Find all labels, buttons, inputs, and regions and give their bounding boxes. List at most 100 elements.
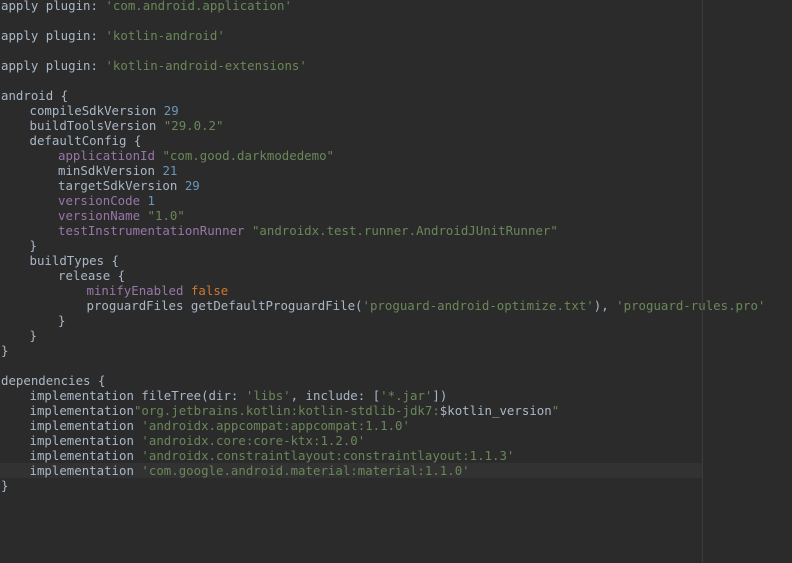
code-token: 29 — [184, 178, 200, 193]
right-margin-guide — [702, 0, 703, 563]
code-token: 'kotlin-android-extensions' — [105, 58, 307, 73]
code-line-content: } — [0, 478, 8, 493]
code-line-content: apply plugin: 'com.android.application' — [0, 0, 292, 13]
code-token: 'libs' — [245, 388, 291, 403]
code-line[interactable]: release { — [0, 268, 125, 283]
code-line[interactable]: implementation 'androidx.core:core-ktx:1… — [0, 433, 366, 448]
code-line[interactable]: implementation fileTree(dir: 'libs', inc… — [0, 388, 448, 403]
code-token: "androidx.test.runner.AndroidJUnitRunner… — [251, 223, 558, 238]
code-token: include: — [305, 388, 373, 403]
code-token: 'com.android.application' — [105, 0, 292, 13]
code-token: "29.0.2" — [163, 118, 224, 133]
code-line-content: minSdkVersion 21 — [0, 163, 177, 178]
code-line[interactable]: minifyEnabled false — [0, 283, 229, 298]
code-token: android { — [1, 88, 69, 103]
code-line-content: buildTypes { — [0, 253, 120, 268]
code-line[interactable]: buildToolsVersion "29.0.2" — [0, 118, 224, 133]
code-line[interactable]: targetSdkVersion 29 — [0, 178, 200, 193]
code-line-content: versionName "1.0" — [0, 208, 185, 223]
code-line-content: defaultConfig { — [0, 133, 142, 148]
code-line-content: apply plugin: 'kotlin-android' — [0, 28, 225, 43]
code-line[interactable]: android { — [0, 88, 68, 103]
code-token: , — [290, 388, 306, 403]
code-line[interactable]: } — [0, 313, 65, 328]
code-line[interactable]: compileSdkVersion 29 — [0, 103, 179, 118]
code-token: 21 — [162, 163, 178, 178]
code-line[interactable]: apply plugin: 'kotlin-android-extensions… — [0, 58, 307, 73]
code-line-content: versionCode 1 — [0, 193, 155, 208]
code-line[interactable]: apply plugin: 'kotlin-android' — [0, 28, 225, 43]
code-line-content — [0, 13, 1, 28]
code-line[interactable]: implementation"org.jetbrains.kotlin:kotl… — [0, 403, 560, 418]
code-token: apply plugin: — [1, 28, 106, 43]
code-line-content: targetSdkVersion 29 — [0, 178, 200, 193]
code-token: implementation fileTree( — [29, 388, 209, 403]
code-token: testInstrumentationRunner — [58, 223, 252, 238]
code-token: 'com.google.android.material:material:1.… — [141, 463, 470, 478]
code-line-content: dependencies { — [0, 373, 105, 388]
code-line[interactable]: dependencies { — [0, 373, 105, 388]
code-editor[interactable]: apply plugin: 'com.android.application' a… — [0, 0, 792, 563]
code-line-content: testInstrumentationRunner "androidx.test… — [0, 223, 558, 238]
code-line[interactable]: buildTypes { — [0, 253, 120, 268]
code-line[interactable]: minSdkVersion 21 — [0, 163, 177, 178]
code-token: 'androidx.appcompat:appcompat:1.1.0' — [141, 418, 410, 433]
code-line-content: } — [0, 238, 37, 253]
code-token: "com.good.darkmodedemo" — [162, 148, 335, 163]
code-line[interactable]: proguardFiles getDefaultProguardFile('pr… — [0, 298, 766, 313]
code-token: targetSdkVersion — [58, 178, 185, 193]
code-token: implementation — [29, 448, 142, 463]
code-line-content: implementation 'androidx.constraintlayou… — [0, 448, 515, 463]
code-line-content: release { — [0, 268, 125, 283]
code-line-content: } — [0, 328, 37, 343]
code-line-content: implementation 'com.google.android.mater… — [0, 463, 470, 478]
code-line-content: } — [0, 343, 8, 358]
code-line[interactable] — [0, 13, 1, 28]
code-line[interactable]: } — [0, 478, 8, 493]
code-token: implementation — [29, 433, 142, 448]
code-token: 'proguard-android-optimize.txt' — [362, 298, 594, 313]
code-line[interactable]: versionName "1.0" — [0, 208, 185, 223]
code-line[interactable] — [0, 43, 1, 58]
code-line[interactable]: implementation 'com.google.android.mater… — [0, 463, 702, 478]
code-line[interactable]: } — [0, 343, 8, 358]
code-line-content: applicationId "com.good.darkmodedemo" — [0, 148, 334, 163]
code-token: ]) — [432, 388, 448, 403]
code-line-content — [0, 358, 1, 373]
code-token: $kotlin_version — [439, 403, 552, 418]
code-token: dependencies { — [1, 373, 106, 388]
code-token: 29 — [163, 103, 179, 118]
code-token: '*.jar' — [380, 388, 433, 403]
code-line[interactable]: } — [0, 328, 37, 343]
code-token: implementation — [29, 463, 142, 478]
code-token: } — [29, 238, 37, 253]
code-line[interactable] — [0, 73, 1, 88]
code-line[interactable]: versionCode 1 — [0, 193, 155, 208]
code-line-content — [0, 73, 1, 88]
code-line[interactable]: testInstrumentationRunner "androidx.test… — [0, 223, 558, 238]
code-token: apply plugin: — [1, 58, 106, 73]
code-line-content: implementation 'androidx.core:core-ktx:1… — [0, 433, 366, 448]
code-token: 'androidx.constraintlayout:constraintlay… — [141, 448, 515, 463]
code-line-content: minifyEnabled false — [0, 283, 229, 298]
code-line-content: proguardFiles getDefaultProguardFile('pr… — [0, 298, 766, 313]
code-token: minifyEnabled — [86, 283, 191, 298]
code-line[interactable]: } — [0, 238, 37, 253]
code-line[interactable]: applicationId "com.good.darkmodedemo" — [0, 148, 334, 163]
code-line-content — [0, 43, 1, 58]
code-token: proguardFiles getDefaultProguardFile( — [86, 298, 363, 313]
code-line[interactable]: implementation 'androidx.appcompat:appco… — [0, 418, 410, 433]
code-line-content: compileSdkVersion 29 — [0, 103, 179, 118]
code-token: 'androidx.core:core-ktx:1.2.0' — [141, 433, 366, 448]
code-line-content: android { — [0, 88, 68, 103]
code-token: buildToolsVersion — [29, 118, 164, 133]
code-line[interactable]: apply plugin: 'com.android.application' — [0, 0, 292, 13]
code-token: implementation — [29, 403, 134, 418]
code-line-content: apply plugin: 'kotlin-android-extensions… — [0, 58, 307, 73]
code-line[interactable] — [0, 358, 1, 373]
code-token: dir: — [208, 388, 246, 403]
code-token: } — [1, 478, 9, 493]
code-line[interactable]: implementation 'androidx.constraintlayou… — [0, 448, 515, 463]
code-line[interactable]: defaultConfig { — [0, 133, 142, 148]
code-token: applicationId — [58, 148, 163, 163]
